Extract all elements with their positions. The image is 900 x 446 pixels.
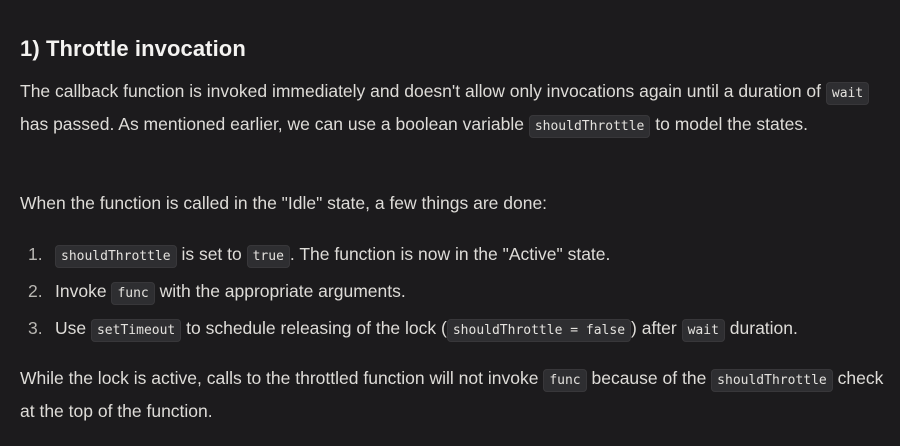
list-item-text: duration. [724, 318, 798, 338]
list-item: 1. shouldThrottle is set to true. The fun… [20, 236, 798, 273]
list-item-number: 2. [28, 281, 43, 301]
inline-code-func: func [543, 369, 587, 392]
steps-list: 1. shouldThrottle is set to true. The fun… [20, 236, 798, 347]
section-heading: 1) Throttle invocation [20, 36, 246, 61]
list-item-text: Invoke [55, 281, 112, 301]
inline-code-shouldthrottle-false: shouldThrottle = false [446, 319, 632, 342]
paragraph-text: While the lock is active, calls to the t… [20, 368, 544, 388]
inline-code-shouldthrottle: shouldThrottle [55, 245, 177, 268]
inline-code-settimeout: setTimeout [90, 319, 182, 342]
inline-code-shouldthrottle: shouldThrottle [711, 369, 833, 392]
inline-code-wait: wait [681, 319, 725, 342]
paragraph-text: has passed. As mentioned earlier, we can… [20, 114, 529, 134]
list-item-text: Use [55, 318, 91, 338]
paragraph-text: to model the states. [650, 114, 808, 134]
inline-code-wait: wait [825, 82, 870, 105]
inline-code-true: true [246, 245, 290, 268]
list-item-text: is set to [176, 244, 247, 264]
inline-code-shouldthrottle: shouldThrottle [528, 115, 651, 138]
list-item-number: 1. [28, 244, 43, 264]
paragraph-lock-active: While the lock is active, calls to the t… [20, 363, 895, 427]
list-item-text: . The function is now in the "Active" st… [289, 244, 611, 264]
list-item-number: 3. [28, 318, 43, 338]
list-item: 2. Invoke func with the appropriate argum… [20, 273, 798, 310]
inline-code-func: func [111, 282, 155, 305]
document-body: 1) Throttle invocation The callback func… [0, 0, 900, 446]
list-item-text: ) after [631, 318, 682, 338]
paragraph-text: The callback function is invoked immedia… [20, 81, 826, 101]
paragraph-idle-state: When the function is called in the "Idle… [20, 193, 548, 213]
list-item: 3. Use setTimeout to schedule releasing o… [20, 310, 798, 347]
list-item-text: with the appropriate arguments. [154, 281, 406, 301]
paragraph-intro: The callback function is invoked immedia… [20, 76, 890, 142]
list-item-text: to schedule releasing of the lock ( [181, 318, 447, 338]
paragraph-text: because of the [586, 368, 712, 388]
